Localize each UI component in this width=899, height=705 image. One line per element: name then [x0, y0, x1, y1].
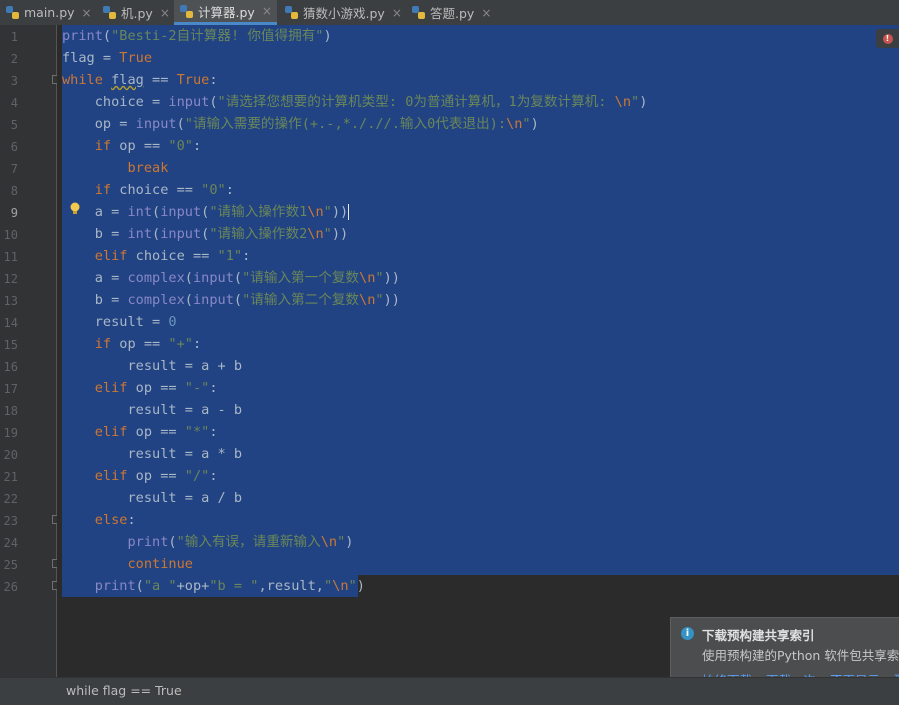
tab-main-py[interactable]: main.py × — [0, 0, 96, 25]
code-line: print("a "+op+"b = ",result,"\n") — [94, 578, 365, 594]
code-line: a = complex(input("请输入第一个复数\n")) — [62, 270, 400, 286]
python-file-icon — [6, 6, 19, 19]
code-line: elif op == "*": — [94, 424, 218, 440]
line-number: 2 — [10, 52, 18, 66]
code-line: flag = True — [62, 50, 153, 66]
tab-label: 计算器.py — [198, 4, 255, 20]
code-line: result = a - b — [62, 402, 243, 418]
tab-quiz-py[interactable]: 答题.py × — [406, 0, 496, 25]
line-number: 14 — [3, 316, 18, 330]
close-icon[interactable]: × — [82, 6, 92, 20]
code-line: b = int(input("请输入操作数2\n")) — [62, 226, 349, 242]
line-number: 5 — [10, 118, 18, 132]
close-icon[interactable]: × — [392, 6, 402, 20]
line-number: 18 — [3, 404, 18, 418]
close-icon[interactable]: × — [160, 6, 170, 20]
code-line: op = input("请输入需要的操作(+.-,*././/.输入0代表退出)… — [62, 116, 539, 132]
code-line: a = int(input("请输入操作数1\n")) — [62, 204, 350, 220]
text-caret — [348, 204, 350, 220]
code-line: elif op == "/": — [94, 468, 218, 484]
code-line: print("输入有误，请重新输入\n") — [127, 534, 354, 550]
code-line: continue — [127, 556, 193, 572]
tab-label: main.py — [24, 5, 75, 20]
line-number: 24 — [3, 536, 18, 550]
line-number: 1 — [10, 30, 18, 44]
code-line: break — [127, 160, 169, 176]
line-number: 12 — [3, 272, 18, 286]
line-number: 16 — [3, 360, 18, 374]
line-number: 4 — [10, 96, 18, 110]
line-number: 22 — [3, 492, 18, 506]
tab-calculator-py[interactable]: 计算器.py × — [174, 0, 277, 25]
code-line: result = 0 — [62, 314, 177, 330]
python-file-icon — [412, 6, 425, 19]
breadcrumb-item[interactable]: while flag == True — [66, 683, 182, 698]
close-icon[interactable]: × — [481, 6, 491, 20]
code-line: choice = input("请选择您想要的计算机类型: 0为普通计算机，1为… — [62, 94, 648, 110]
code-line: while flag == True: — [62, 72, 218, 88]
tab-guess-game-py[interactable]: 猜数小游戏.py × — [279, 0, 404, 25]
python-file-icon — [180, 4, 193, 18]
line-number: 8 — [10, 184, 18, 198]
code-line: elif op == "-": — [94, 380, 218, 396]
code-line: result = a / b — [62, 490, 243, 506]
line-number: 11 — [3, 250, 18, 264]
lightbulb-icon[interactable] — [69, 202, 81, 216]
tab-label: 猜数小游戏.py — [303, 6, 385, 21]
line-number: 21 — [3, 470, 18, 484]
line-number: 7 — [10, 162, 18, 176]
tab-label: 答题.py — [430, 6, 475, 21]
line-number: 23 — [3, 514, 18, 528]
code-line: else: — [94, 512, 136, 528]
code-line: b = complex(input("请输入第二个复数\n")) — [62, 292, 400, 308]
code-line: if choice == "0": — [94, 182, 234, 198]
line-number: 20 — [3, 448, 18, 462]
status-bar — [0, 701, 899, 705]
notification-body: 使用预构建的Python 软件包共享索引 — [702, 648, 899, 663]
line-number-gutter[interactable]: 1 2 3 4 5 6 7 8 9 10 11 12 13 14 15 16 1… — [0, 25, 61, 677]
line-number-current: 9 — [10, 206, 18, 220]
close-icon[interactable]: × — [262, 4, 272, 18]
line-number: 3 — [10, 74, 18, 88]
tab-label: 机.py — [121, 6, 153, 21]
python-file-icon — [103, 6, 116, 19]
line-number: 19 — [3, 426, 18, 440]
line-number: 13 — [3, 294, 18, 308]
editor-tab-bar: main.py × 机.py × 计算器.py × 猜数小游戏.py × 答题.… — [0, 0, 899, 26]
code-line: if op == "+": — [94, 336, 202, 352]
code-line: result = a + b — [62, 358, 243, 374]
line-number: 15 — [3, 338, 18, 352]
code-line: elif choice == "1": — [94, 248, 251, 264]
line-number: 25 — [3, 558, 18, 572]
code-line: result = a * b — [62, 446, 243, 462]
error-icon: ! — [882, 33, 893, 44]
line-number: 10 — [3, 228, 18, 242]
line-number: 17 — [3, 382, 18, 396]
code-line: print("Besti-2自计算器! 你值得拥有") — [62, 28, 332, 44]
info-icon: i — [681, 627, 694, 640]
code-line: if op == "0": — [94, 138, 202, 154]
breadcrumb: while flag == True — [0, 677, 899, 702]
tab-ji-py[interactable]: 机.py × — [97, 0, 173, 25]
line-number: 6 — [10, 140, 18, 154]
python-file-icon — [285, 6, 298, 19]
line-number: 26 — [3, 580, 18, 594]
notification-title: 下载预构建共享索引 — [702, 628, 815, 643]
error-indicator[interactable]: ! — [876, 29, 899, 48]
